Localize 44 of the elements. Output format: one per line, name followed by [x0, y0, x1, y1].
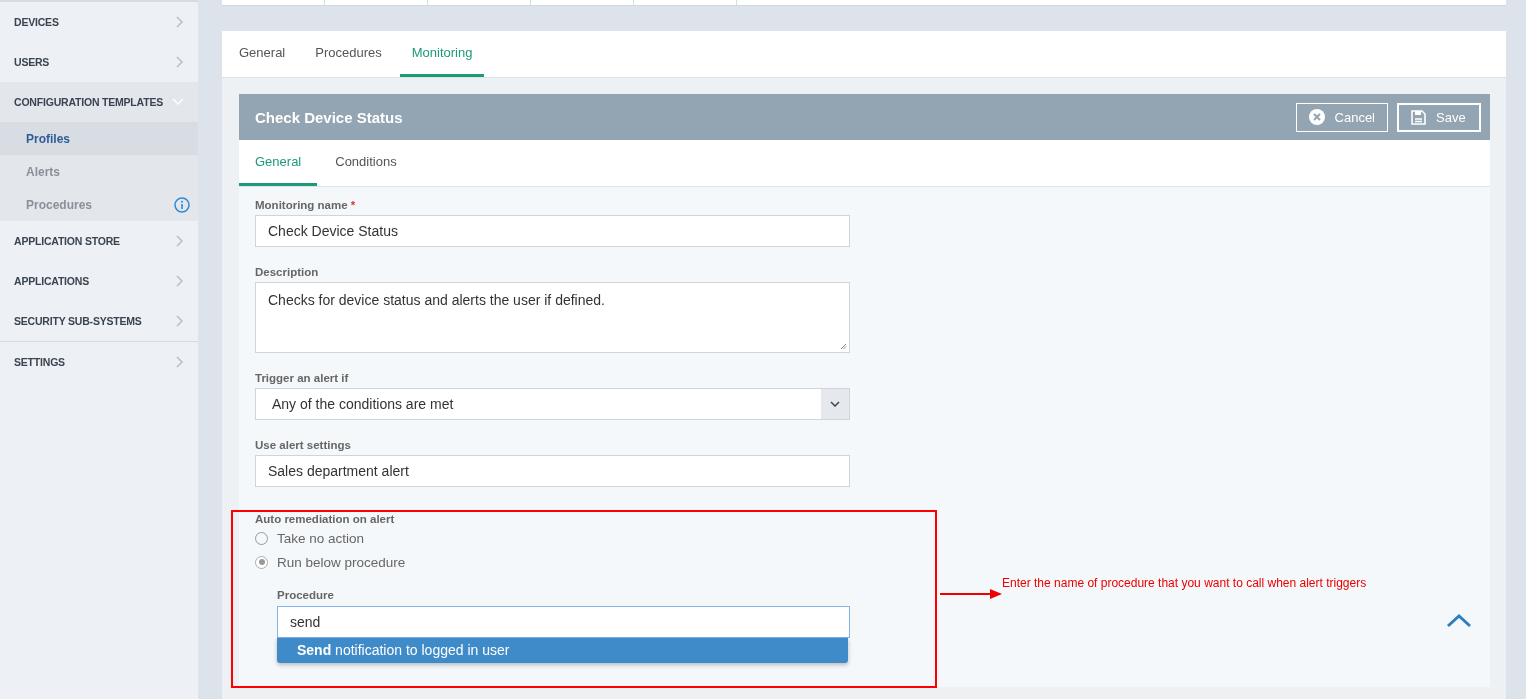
arrow-icon [940, 589, 1002, 599]
tab[interactable]: General [239, 140, 318, 186]
sidebar-section[interactable]: APPLICATIONS [0, 261, 198, 301]
field-label: Use alert settings [255, 439, 351, 451]
field-label: Description [255, 266, 319, 278]
suggestion-item[interactable]: Send notification to logged in user [277, 638, 848, 663]
field-label: Trigger an alert if [255, 372, 349, 384]
sidebar-section[interactable]: SETTINGS [0, 342, 198, 382]
info-icon[interactable] [174, 196, 190, 213]
field-label: Auto remediation on alert [255, 513, 395, 525]
tab[interactable]: Procedures [303, 31, 394, 77]
radio-button[interactable] [255, 555, 268, 569]
radio-label: Run below procedure [277, 554, 406, 570]
chevron-icon [176, 356, 184, 368]
annotation-text: Enter the name of procedure that you want to call when alert triggers [1002, 576, 1367, 590]
chevron-icon [176, 16, 184, 28]
input-field[interactable]: Sales department alert [255, 455, 850, 487]
chevron-icon [176, 275, 184, 287]
field-label: Monitoring name * [255, 199, 356, 211]
input-field[interactable]: Check Device Status [255, 215, 850, 247]
tab[interactable]: Conditions [319, 140, 413, 186]
chevron-icon [176, 315, 184, 327]
field-label: Procedure [277, 589, 334, 601]
sidebar-item[interactable]: Profiles [0, 122, 198, 155]
chevron-down-icon [830, 401, 840, 407]
radio-label: Take no action [277, 530, 365, 546]
chevron-icon [176, 235, 184, 247]
text-area[interactable]: Checks for device status and alerts the user if defined. [255, 282, 850, 353]
scroll-to-top-icon[interactable] [1446, 613, 1472, 628]
chevron-icon [176, 56, 184, 68]
panel-title: Check Device Status [255, 108, 403, 126]
resize-grip-icon[interactable] [840, 343, 847, 350]
tab[interactable]: Monitoring [399, 31, 485, 77]
chevron-icon [172, 98, 184, 106]
required-mark: * [350, 199, 356, 211]
input-field[interactable]: send [277, 606, 850, 638]
sidebar-section[interactable]: DEVICES [0, 2, 198, 42]
tab[interactable]: General [227, 31, 298, 77]
sidebar-section[interactable]: CONFIGURATION TEMPLATES [0, 82, 198, 122]
close-icon [1308, 109, 1325, 125]
sidebar-section[interactable]: SECURITY SUB-SYSTEMS [0, 301, 198, 341]
sidebar-section[interactable]: APPLICATION STORE [0, 221, 198, 261]
dropdown[interactable]: Any of the conditions are met [255, 388, 850, 420]
sidebar-section[interactable]: USERS [0, 42, 198, 82]
